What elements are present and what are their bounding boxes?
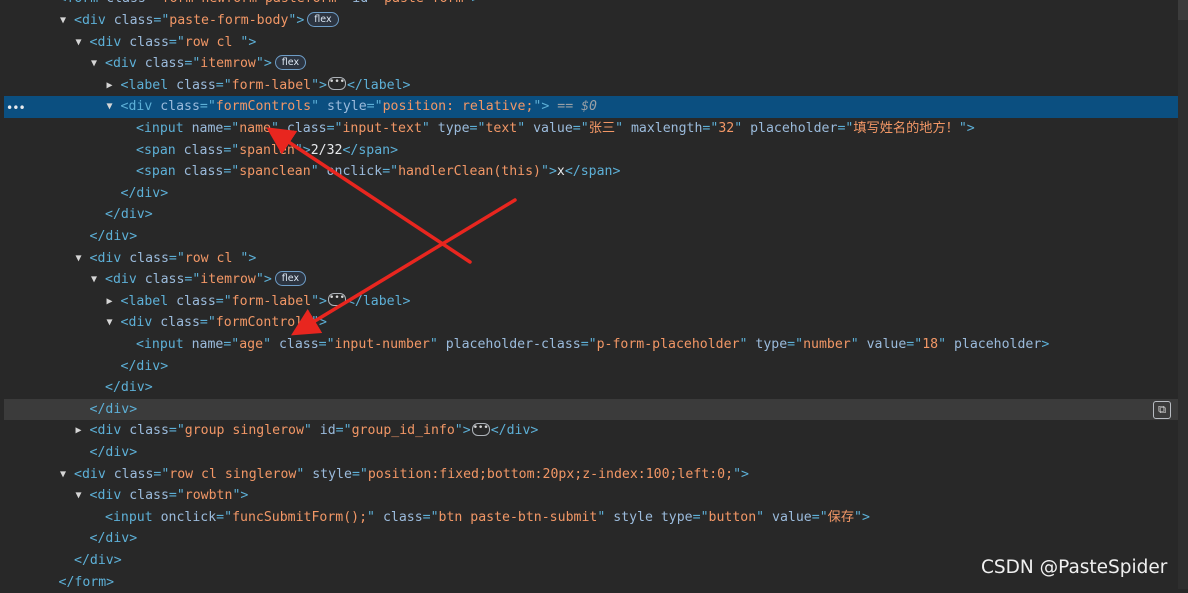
annotation-arrows xyxy=(266,127,517,336)
arrow-to-name-input xyxy=(266,127,472,264)
watermark: CSDN @PasteSpider xyxy=(981,557,1168,578)
